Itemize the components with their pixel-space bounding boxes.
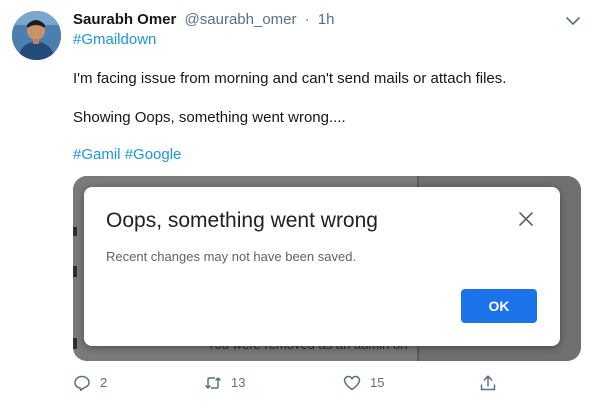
share-icon [480, 375, 496, 391]
retweet-icon [204, 377, 222, 389]
separator-dot: · [304, 11, 310, 28]
hashtag-line: #Gmaildown [73, 30, 156, 50]
close-icon[interactable] [516, 209, 536, 229]
screenshot-edge-mark [73, 338, 77, 349]
screenshot-edge-mark [73, 227, 77, 236]
hashtags-line: #Gamil #Google [73, 145, 181, 165]
like-count: 15 [370, 375, 385, 390]
share-button[interactable] [479, 372, 497, 394]
reply-count: 2 [100, 375, 108, 390]
screenshot-edge-mark [73, 266, 77, 277]
retweet-count: 13 [231, 375, 246, 390]
like-icon [343, 375, 361, 391]
reply-icon [74, 375, 90, 391]
author-name[interactable]: Saurabh Omer [73, 11, 176, 28]
tweet-actions: 2 13 15 [0, 372, 600, 394]
tweet: Saurabh Omer @saurabh_omer · 1h #Gmaildo… [0, 0, 600, 404]
ok-button[interactable]: OK [461, 289, 537, 323]
chevron-down-icon[interactable] [564, 12, 582, 30]
tweet-text-line-2: Showing Oops, something went wrong.... [73, 109, 346, 126]
author-handle[interactable]: @saurabh_omer [185, 11, 297, 28]
hashtag-gmaildown[interactable]: #Gmaildown [73, 31, 156, 48]
tweet-timestamp[interactable]: 1h [318, 11, 335, 28]
error-dialog: Oops, something went wrong Recent change… [84, 187, 560, 346]
tweet-text-line-1: I'm facing issue from morning and can't … [73, 70, 507, 87]
hashtag-gamil[interactable]: #Gamil [73, 146, 121, 163]
dialog-title: Oops, something went wrong [106, 209, 378, 232]
tweet-header: Saurabh Omer @saurabh_omer · 1h [73, 10, 335, 30]
avatar[interactable] [12, 11, 61, 60]
avatar-image [12, 11, 61, 60]
reply-button[interactable]: 2 [73, 372, 107, 394]
hashtag-google[interactable]: #Google [125, 146, 182, 163]
retweet-button[interactable]: 13 [204, 372, 245, 394]
dialog-message: Recent changes may not have been saved. [106, 249, 357, 264]
like-button[interactable]: 15 [343, 372, 384, 394]
